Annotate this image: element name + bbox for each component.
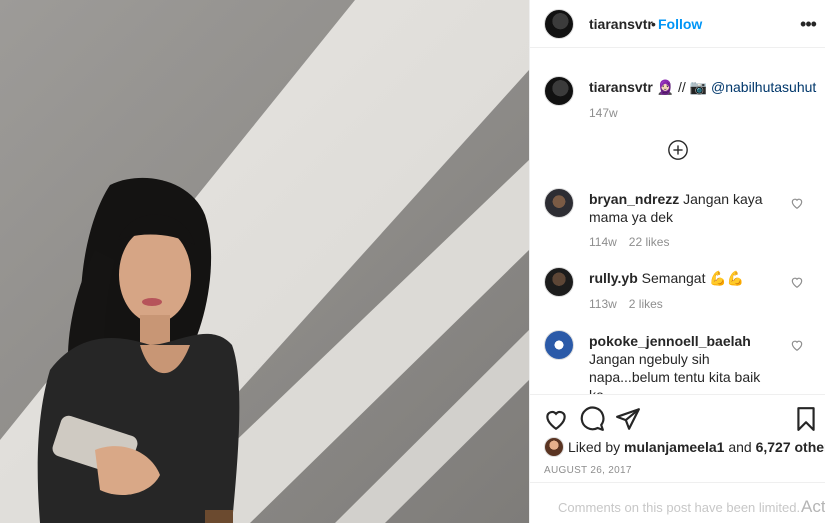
likes-text: Liked by mulanjameela1 and 6,727 others	[568, 439, 825, 455]
likes-prefix: Liked by	[568, 439, 625, 455]
likes-summary: Liked by mulanjameela1 and 6,727 others	[544, 436, 825, 458]
photo-illustration	[0, 0, 529, 523]
comment-text: pokoke_jennoell_baelah Jangan ngebuly si…	[589, 332, 789, 394]
comment-username[interactable]: pokoke_jennoell_baelah	[589, 333, 751, 349]
author-avatar[interactable]	[544, 9, 574, 39]
comment-meta: 114w 22 likes	[589, 235, 681, 249]
post-side-panel: tiaransvtr • Follow ••• tiaransvtr 🧕🏻 //…	[529, 0, 825, 523]
caption-avatar[interactable]	[544, 76, 574, 106]
paper-plane-icon[interactable]	[615, 406, 641, 432]
commenter-avatar[interactable]	[544, 267, 574, 297]
heart-icon[interactable]	[790, 196, 804, 210]
comment-likes[interactable]: 22 likes	[629, 235, 670, 249]
comment-text: bryan_ndrezz Jangan kaya mama ya dek	[589, 190, 789, 226]
comment-username[interactable]: bryan_ndrezz	[589, 191, 679, 207]
post-header: tiaransvtr • Follow •••	[530, 0, 825, 48]
comments-list[interactable]: tiaransvtr 🧕🏻 // 📷 @nabilhutasuhut 147w …	[530, 48, 825, 394]
caption-username[interactable]: tiaransvtr	[589, 79, 653, 95]
follow-button[interactable]: Follow	[658, 16, 702, 32]
plus-circle-icon[interactable]	[667, 139, 689, 161]
likes-count-link[interactable]: 6,727 others	[756, 439, 825, 455]
likes-middle: and	[724, 439, 756, 455]
more-horizontal-icon[interactable]: •••	[796, 10, 820, 38]
commenter-avatar[interactable]	[544, 330, 574, 360]
liker-username[interactable]: mulanjameela1	[624, 439, 724, 455]
comment-time[interactable]: 114w	[589, 235, 617, 249]
post-photo[interactable]	[0, 0, 529, 523]
caption-body: 🧕🏻 // 📷	[652, 79, 712, 95]
author-username[interactable]: tiaransvtr	[589, 16, 653, 32]
commenter-avatar[interactable]	[544, 188, 574, 218]
caption-time[interactable]: 147w	[589, 106, 618, 120]
comment-footer: Comments on this post have been limited.…	[530, 482, 825, 523]
comment-text: rully.yb Semangat 💪💪	[589, 269, 789, 287]
post-date[interactable]: AUGUST 26, 2017	[544, 465, 632, 476]
comment-time[interactable]: 113w	[589, 297, 617, 311]
liker-avatar[interactable]	[544, 437, 564, 457]
comments-limited-notice: Comments on this post have been limited.	[558, 500, 801, 515]
comment-body: Semangat 💪💪	[637, 270, 745, 286]
heart-icon[interactable]	[790, 275, 804, 289]
comment-body: Jangan ngebuly sih napa...belum tentu ki…	[589, 351, 761, 394]
heart-icon[interactable]	[790, 338, 804, 352]
comment-likes[interactable]: 2 likes	[629, 297, 663, 311]
separator-dot: •	[651, 16, 656, 32]
activate-windows-watermark: Act	[801, 497, 825, 516]
heart-icon[interactable]	[543, 406, 569, 432]
comment-icon[interactable]	[579, 406, 605, 432]
caption-mention[interactable]: @nabilhutasuhut	[711, 79, 816, 95]
comment-username[interactable]: rully.yb	[589, 270, 638, 286]
comment-meta: 113w 2 likes	[589, 297, 675, 311]
caption-text: tiaransvtr 🧕🏻 // 📷 @nabilhutasuhut	[589, 78, 819, 96]
bookmark-icon[interactable]	[793, 406, 819, 432]
